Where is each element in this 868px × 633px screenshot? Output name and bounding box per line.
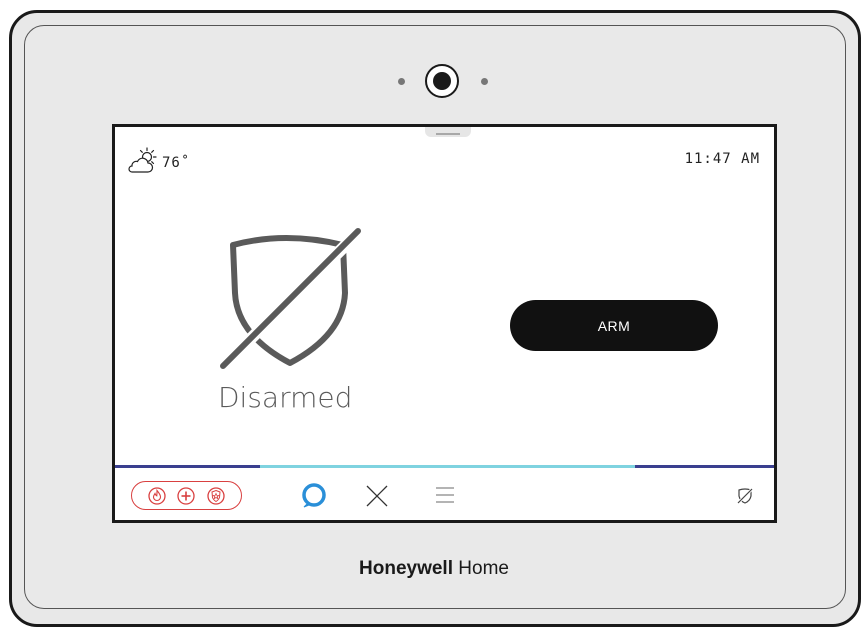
weather-widget[interactable]: 76˚: [128, 147, 190, 179]
fire-icon: [148, 486, 166, 505]
partly-sunny-icon: [128, 147, 158, 179]
police-badge-icon: [207, 486, 225, 505]
security-status-label: Disarmed: [218, 381, 353, 414]
disarmed-status-icon[interactable]: [735, 486, 755, 506]
medical-cross-icon: [177, 486, 196, 505]
touch-screen: 76˚ 11:47 AM Disarmed ARM: [112, 124, 777, 523]
brand-name-bold: Honeywell: [359, 558, 453, 579]
clock-label: 11:47 AM: [684, 151, 760, 167]
brand-name-regular: Home: [453, 558, 509, 579]
brand-logo: Honeywell Home: [0, 558, 868, 580]
close-icon[interactable]: [365, 484, 389, 508]
arm-button[interactable]: ARM: [510, 300, 718, 351]
sensor-dot-right: [481, 78, 488, 85]
emergency-button[interactable]: [131, 481, 242, 510]
menu-icon[interactable]: [435, 486, 455, 504]
pull-down-tab[interactable]: [425, 127, 471, 137]
shield-slash-icon: [215, 223, 365, 377]
sensor-dot-left: [398, 78, 405, 85]
alexa-icon[interactable]: [301, 482, 327, 508]
bottom-nav-bar: [115, 468, 774, 520]
camera-lens: [425, 64, 459, 98]
temperature-label: 76˚: [162, 155, 191, 171]
